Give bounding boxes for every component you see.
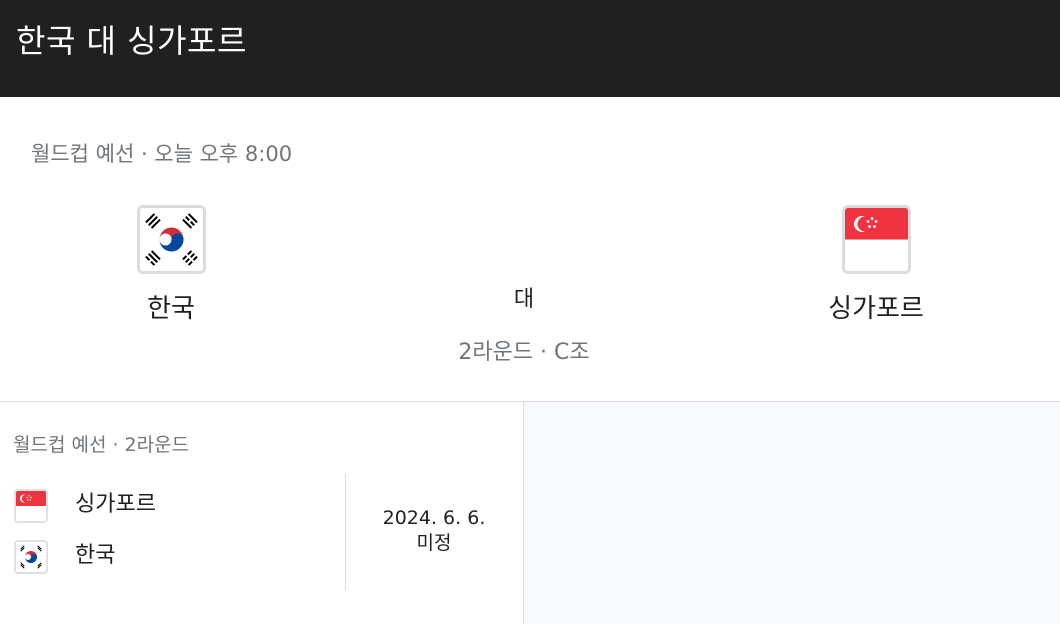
empty-panel (524, 402, 1060, 624)
home-team-name: 한국 (147, 294, 195, 324)
round-info: 2라운드 · C조 (458, 340, 590, 365)
app-header: 한국 대 싱가포르 (0, 0, 1060, 97)
match-meta: 월드컵 예선 · 오늘 오후 8:00 (31, 142, 293, 166)
divider (345, 474, 346, 590)
singapore-flag-icon (841, 205, 911, 274)
versus-label: 대 (513, 287, 535, 312)
singapore-flag-icon (14, 489, 48, 523)
schedule-title: 월드컵 예선 · 2라운드 (13, 434, 190, 456)
schedule-team-row: 한국 (14, 540, 334, 576)
match-card[interactable]: 월드컵 예선 · 오늘 오후 8:00 한국 대 2라운드 · C조 싱가포르 (0, 97, 1060, 402)
schedule-team-name: 싱가포르 (75, 492, 156, 517)
page-title: 한국 대 싱가포르 (16, 22, 247, 60)
south-korea-flag-icon (136, 205, 206, 274)
game-status: 미정 (416, 532, 452, 554)
home-team[interactable]: 한국 (71, 205, 271, 325)
schedule-team-row: 싱가포르 (14, 489, 334, 525)
game-date: 2024. 6. 6. (382, 507, 486, 529)
away-team-name: 싱가포르 (828, 294, 924, 324)
south-korea-flag-icon (14, 540, 48, 574)
schedule-card[interactable]: 월드컵 예선 · 2라운드 싱가포르 한국 2024. 6. 6. 미정 (0, 402, 524, 624)
schedule-team-name: 한국 (75, 543, 116, 568)
away-team[interactable]: 싱가포르 (776, 205, 976, 325)
